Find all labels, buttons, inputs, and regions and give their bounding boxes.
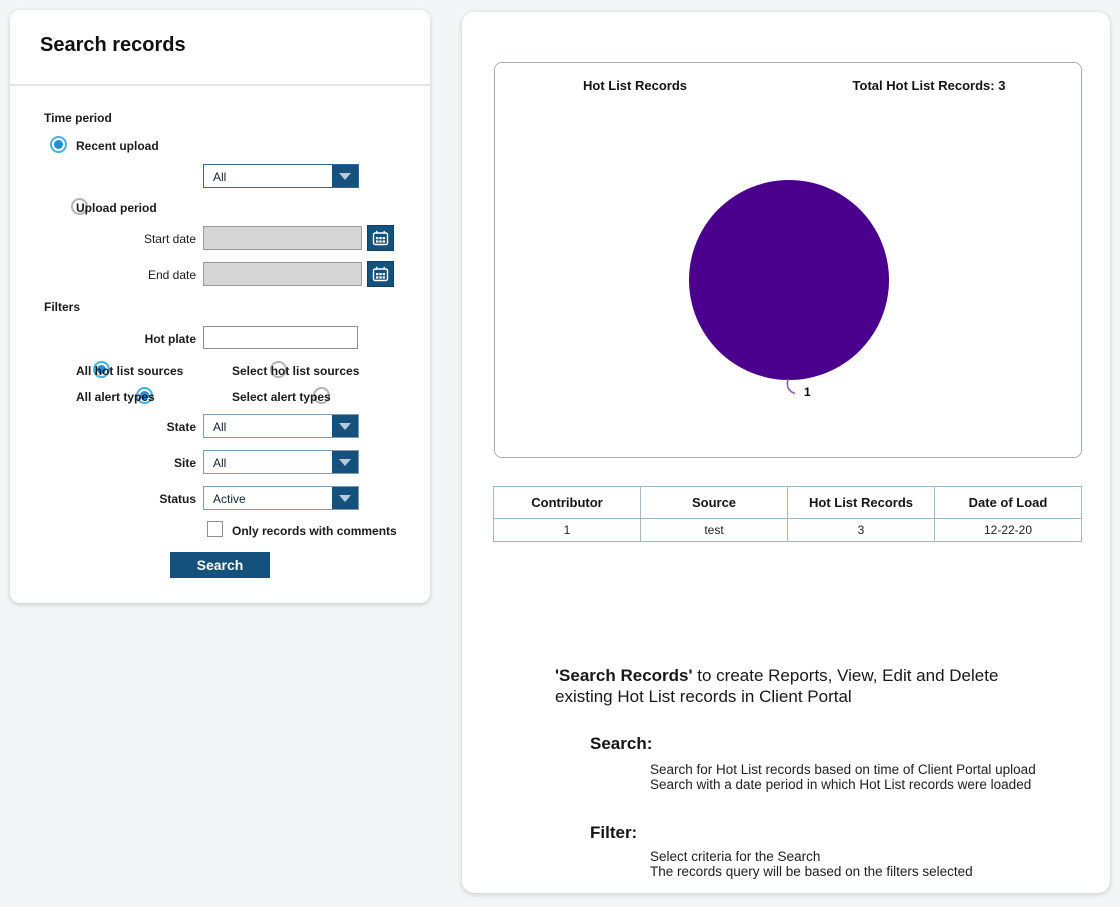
calendar-icon: [372, 230, 389, 246]
recent-upload-label: Recent upload: [76, 139, 159, 153]
recent-upload-range-value: All: [213, 170, 227, 184]
select-hot-list-sources-label: Select hot list sources: [232, 364, 360, 378]
end-date-label: End date: [147, 268, 196, 282]
search-button[interactable]: Search: [170, 552, 270, 578]
site-value: All: [213, 456, 227, 470]
chevron-down-icon[interactable]: [332, 165, 358, 187]
help-filter-lines: Select criteria for the Search The recor…: [650, 849, 973, 879]
chevron-down-icon[interactable]: [332, 487, 358, 509]
help-filter-line-1: Select criteria for the Search: [650, 849, 821, 864]
chart-title: Hot List Records: [582, 78, 687, 93]
chevron-down-icon[interactable]: [332, 415, 358, 437]
table-header-row: Contributor Source Hot List Records Date…: [493, 486, 1082, 519]
site-select[interactable]: All: [203, 450, 359, 474]
recent-upload-range-select[interactable]: All: [203, 164, 359, 188]
help-search-line-1: Search for Hot List records based on tim…: [650, 762, 1036, 777]
all-hot-list-sources-label: All hot list sources: [76, 364, 184, 378]
column-header-source: Source: [640, 486, 788, 519]
help-filter-line-2: The records query will be based on the f…: [650, 864, 973, 879]
state-label: State: [166, 420, 196, 434]
cell-hot-list-records: 3: [787, 518, 935, 542]
calendar-icon: [372, 266, 389, 282]
help-intro: 'Search Records' to create Reports, View…: [555, 665, 1047, 707]
state-value: All: [213, 420, 227, 434]
recent-upload-radio[interactable]: [50, 136, 67, 153]
start-date-input[interactable]: [203, 226, 362, 250]
help-search-heading: Search:: [590, 734, 653, 753]
help-search-line-2: Search with a date period in which Hot L…: [650, 777, 1032, 792]
time-period-label: Time period: [44, 111, 112, 125]
chevron-down-icon[interactable]: [332, 451, 358, 473]
column-header-contributor: Contributor: [493, 486, 641, 519]
column-header-hot-list-records: Hot List Records: [787, 486, 935, 519]
cell-contributor: 1: [493, 518, 641, 542]
pie-chart: [689, 180, 889, 380]
hot-plate-input[interactable]: [203, 326, 358, 349]
start-date-calendar-button[interactable]: [367, 225, 394, 251]
end-date-calendar-button[interactable]: [367, 261, 394, 287]
state-select[interactable]: All: [203, 414, 359, 438]
cell-date-of-load: 12-22-20: [934, 518, 1082, 542]
results-panel: Hot List Records Total Hot List Records:…: [462, 12, 1110, 893]
help-intro-bold: 'Search Records': [555, 666, 693, 685]
all-alert-types-label: All alert types: [76, 390, 155, 404]
page-title: Search records: [40, 34, 186, 56]
search-records-panel: Search records Time period Recent upload…: [10, 10, 430, 603]
status-select[interactable]: Active: [203, 486, 359, 510]
end-date-input[interactable]: [203, 262, 362, 286]
column-header-date-of-load: Date of Load: [934, 486, 1082, 519]
start-date-label: Start date: [143, 232, 196, 246]
pie-slice-label: 1: [804, 385, 811, 399]
chart-total-label: Total Hot List Records: 3: [852, 78, 1006, 93]
status-label: Status: [159, 492, 196, 506]
status-value: Active: [213, 492, 246, 506]
hot-list-chart-container: Hot List Records Total Hot List Records:…: [494, 62, 1082, 458]
comments-checkbox-label: Only records with comments: [232, 524, 397, 538]
comments-checkbox[interactable]: [207, 521, 223, 537]
site-label: Site: [173, 456, 196, 470]
header-divider: [10, 84, 430, 86]
help-search-lines: Search for Hot List records based on tim…: [650, 762, 1036, 792]
select-alert-types-label: Select alert types: [232, 390, 331, 404]
help-filter-heading: Filter:: [590, 823, 638, 842]
cell-source: test: [640, 518, 788, 542]
hot-plate-label: Hot plate: [144, 332, 196, 346]
table-row[interactable]: 1 test 3 12-22-20: [493, 518, 1082, 542]
filters-label: Filters: [44, 300, 81, 314]
results-table: Contributor Source Hot List Records Date…: [493, 486, 1082, 542]
upload-period-label: Upload period: [76, 201, 157, 215]
